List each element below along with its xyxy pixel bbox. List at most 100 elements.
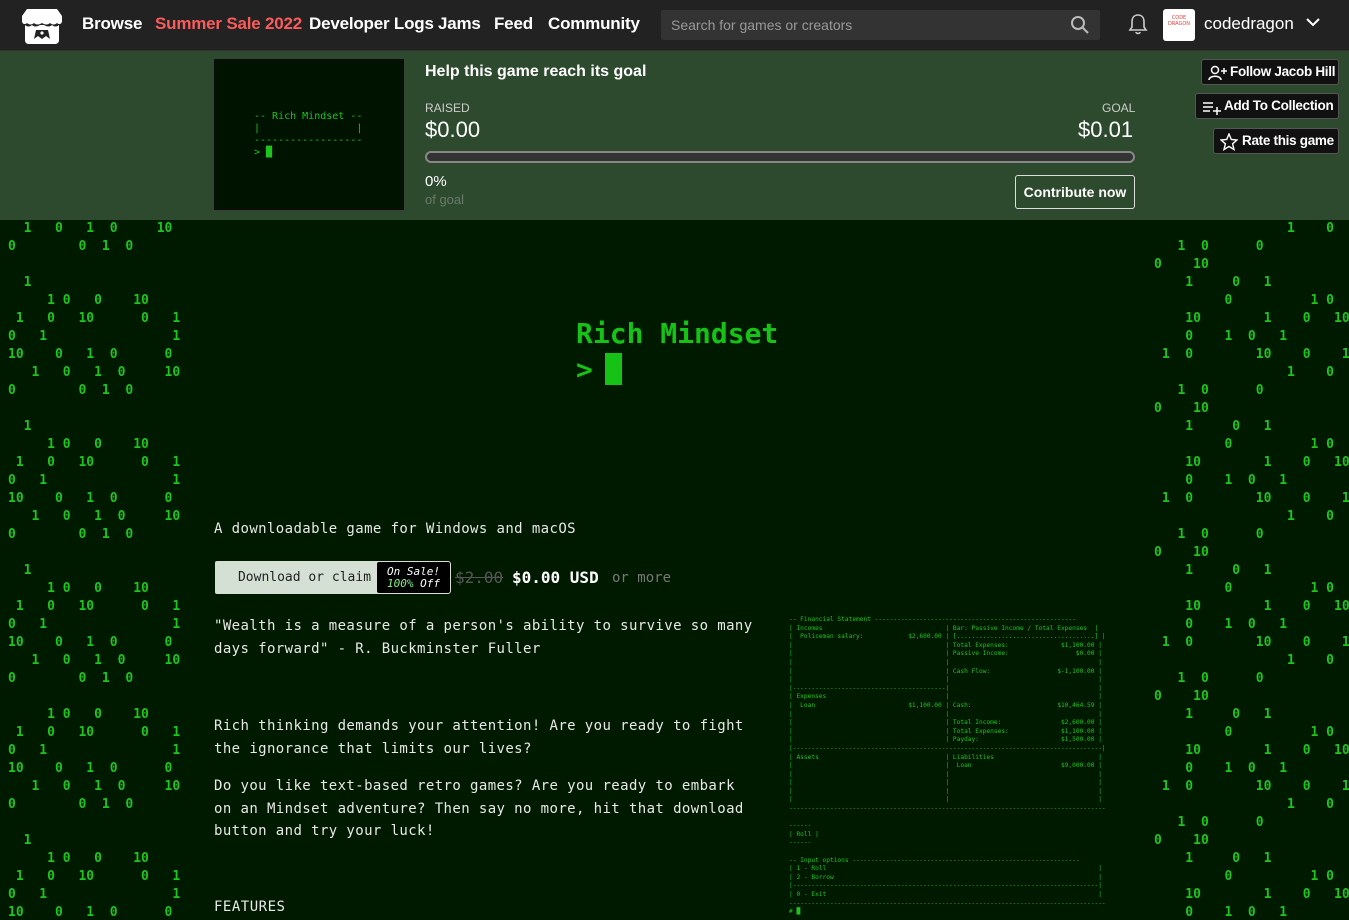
goal-title: Help this game reach its goal [425, 63, 647, 80]
screenshot-line: | | Total Expenses: $1,100.00 | [789, 641, 1102, 649]
itchio-logo-icon[interactable] [22, 8, 62, 44]
matrix-line: 1 0 0 [1287, 509, 1335, 524]
screenshot-line: |---------------------------------------… [789, 744, 1106, 752]
matrix-line: 0 10 [1154, 833, 1209, 848]
matrix-line: 1 0 10 0 1 [1154, 779, 1349, 794]
rate-label: Rate this game [1242, 133, 1334, 148]
matrix-line: 0 10 [1154, 257, 1209, 272]
matrix-line: 0 1 0 [1154, 437, 1335, 452]
screenshot-line: | | | [789, 787, 1102, 795]
matrix-line: 1 0 0 10 [8, 293, 149, 308]
rate-game-button[interactable]: Rate this game [1213, 128, 1339, 154]
notification-bell-icon[interactable] [1128, 13, 1148, 35]
search-input[interactable] [661, 10, 1061, 40]
matrix-line: 0 10 [1154, 545, 1209, 560]
chevron-down-icon[interactable] [1305, 16, 1321, 28]
matrix-line: 1 0 0 [1287, 365, 1335, 380]
matrix-line: 1 0 0 10 [8, 581, 149, 596]
contribute-button[interactable]: Contribute now [1015, 175, 1135, 209]
screenshot-line: | Loan $1,100.00 | Cash: $10,464.59 | [789, 701, 1102, 709]
matrix-line: 1 0 1 0 10 [8, 365, 181, 380]
goal-amount: $0.01 [1078, 117, 1134, 142]
screenshot-line: | | Payday: $1,500.00 | [789, 736, 1102, 744]
screenshot-line: -- Financial Statement -----------------… [789, 616, 1076, 623]
matrix-line: 0 1 0 [1154, 869, 1335, 884]
hero-prompt: > [576, 353, 593, 386]
sale-off: Off [420, 577, 440, 590]
add-to-collection-button[interactable]: Add To Collection [1195, 93, 1339, 119]
screenshot-line: ----------------------------------------… [789, 899, 1106, 907]
download-button[interactable]: Download or claim [215, 561, 394, 594]
original-price: $2.00 [455, 568, 504, 587]
matrix-line: 1 0 0 0 [1154, 527, 1349, 542]
matrix-line: 10 0 1 0 0 [8, 761, 173, 776]
goal-percent: 0% [425, 173, 447, 190]
screenshot-line: | | | [789, 710, 1102, 718]
matrix-line: 10 1 0 10 [1154, 599, 1349, 614]
screenshot-line: | | | [789, 796, 1102, 804]
matrix-line: 1 0 1 [1154, 275, 1272, 290]
search-bar [661, 10, 1100, 40]
matrix-line: 1 0 0 10 [8, 851, 149, 866]
matrix-line: 1 [8, 419, 32, 434]
matrix-line: 0 1 0 1 [1154, 329, 1288, 344]
raised-label: RAISED [425, 101, 470, 115]
star-icon [1220, 133, 1238, 151]
matrix-line: 0 1 0 1 [1154, 473, 1288, 488]
thumbnail-line: > █ [254, 147, 273, 158]
screenshot-line: | | Cash Flow: $-1,100.00 | [789, 667, 1102, 675]
nav-jams[interactable]: Jams [438, 14, 481, 34]
screenshot-line: | Incomes | Bar: Passive Income / Total … [789, 624, 1099, 632]
username[interactable]: codedragon [1204, 14, 1294, 34]
screenshot-line: | Assets | Liabilities | [789, 753, 1102, 761]
game-hero-banner: Rich Mindset > [576, 316, 778, 388]
follow-button[interactable]: Follow Jacob Hill [1201, 59, 1339, 85]
sale-badge: On Sale! 100% Off [376, 561, 451, 594]
screenshot-line: | 0 - Exit | [789, 891, 1102, 898]
goal-label: GOAL [1102, 101, 1136, 115]
matrix-line: 1 0 1 [1287, 221, 1335, 236]
nav-community[interactable]: Community [548, 14, 640, 34]
screenshot-line: | | | [789, 770, 1102, 778]
matrix-line: 1 0 1 0 10 [8, 509, 181, 524]
matrix-line: 1 0 1 0 10 [8, 221, 173, 236]
matrix-line: 1 0 10 0 1 [1154, 347, 1349, 362]
search-icon[interactable] [1070, 15, 1090, 35]
matrix-line: 1 0 0 0 [1154, 383, 1349, 398]
description-paragraph: Rich thinking demands your attention! Ar… [214, 718, 744, 757]
screenshot-line: | | | [789, 779, 1102, 787]
screenshot-line: # █ [789, 908, 801, 916]
matrix-line: 0 1 0 1 [1154, 905, 1288, 920]
avatar[interactable]: CODE DRAGON [1163, 9, 1195, 41]
matrix-line: 1 0 1 [1154, 707, 1272, 722]
screenshot-line: |---------------------------------------… [789, 684, 1102, 692]
screenshot-line: ------ [789, 822, 812, 830]
matrix-line: 1 0 0 0 [1154, 239, 1349, 254]
thumbnail-line: -- Rich Mindset -- [254, 111, 363, 122]
matrix-line: 0 0 1 0 [8, 383, 134, 398]
game-screenshot[interactable]: -- Financial Statement -----------------… [789, 616, 1135, 920]
hero-title: Rich Mindset [576, 317, 779, 350]
matrix-line: 1 0 0 [1287, 653, 1335, 668]
matrix-line: 0 1 0 [1154, 581, 1335, 596]
fundraising-goal-bar: -- Rich Mindset -- | | -----------------… [0, 51, 1349, 220]
nav-browse[interactable]: Browse [82, 14, 142, 34]
matrix-line: 10 0 1 0 0 [8, 347, 173, 362]
screenshot-line: -- Input options -----------------------… [789, 856, 1080, 864]
matrix-line: 0 1 0 1 [1154, 761, 1288, 776]
nav-feed[interactable]: Feed [494, 14, 533, 34]
matrix-line: 1 0 0 [1287, 797, 1335, 812]
nav-summer-sale[interactable]: Summer Sale 2022 [155, 14, 302, 34]
game-thumbnail[interactable]: -- Rich Mindset -- | | -----------------… [214, 59, 404, 210]
add-user-icon [1208, 65, 1227, 81]
top-navigation: Browse Summer Sale 2022 Developer Logs J… [0, 0, 1349, 51]
goal-of-label: of goal [425, 192, 465, 207]
matrix-line: 10 0 1 0 0 [8, 635, 173, 650]
platform-text: A downloadable game for Windows and macO… [214, 521, 576, 537]
screenshot-line: | 1 - Roll | [789, 865, 1102, 873]
nav-developer-logs[interactable]: Developer Logs [309, 14, 434, 34]
screenshot-line: | | Passive Income: $0.00 | [789, 650, 1102, 658]
matrix-line: 0 1 1 [8, 887, 181, 902]
matrix-line: 1 0 1 0 10 [8, 653, 181, 668]
matrix-line: 0 0 1 0 [8, 527, 134, 542]
